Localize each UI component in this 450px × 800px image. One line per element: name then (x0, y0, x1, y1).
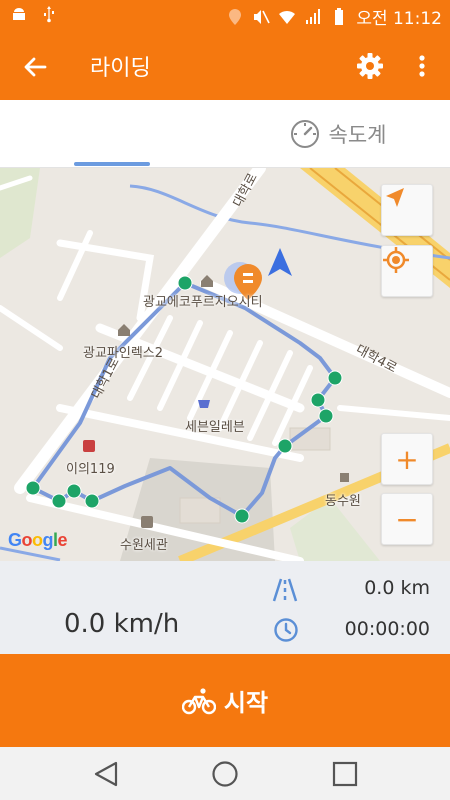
fire-station-poi-icon (83, 440, 95, 452)
map-label-poi: 광교파인렉스2 (83, 346, 164, 361)
navigation-arrow-icon (386, 188, 404, 207)
speedometer-icon (290, 120, 319, 148)
map-view[interactable]: 광교에코푸르지오시티 광교파인렉스2 세븐일레븐 이의119 동수원 수원세관 … (0, 168, 450, 561)
app-bar: 라이딩 (0, 32, 450, 100)
waypoint-marker (234, 508, 250, 524)
elapsed-time-value: 00:00:00 (344, 618, 430, 640)
waypoint-marker (177, 275, 193, 291)
waypoint-marker (66, 483, 82, 499)
zoom-in-button[interactable]: + (381, 433, 433, 485)
status-bar: 오전 11:12 (0, 0, 450, 32)
map-label-poi: 수원세관 (120, 538, 168, 553)
ride-stats-panel: 0.0 km/h 0.0 km 00:00:00 (0, 561, 450, 654)
clock-icon (274, 618, 298, 642)
map-label-poi: 동수원 (325, 494, 361, 509)
recents-square-icon[interactable] (331, 760, 359, 788)
usb-icon (44, 6, 54, 23)
map-label-poi: 이의119 (66, 462, 115, 477)
road-distance-icon (272, 578, 298, 602)
page-title: 라이딩 (90, 56, 151, 81)
back-arrow-icon[interactable] (18, 50, 52, 84)
home-poi-icon (118, 324, 130, 336)
distance-value: 0.0 km (364, 577, 430, 599)
tab-speedometer[interactable]: 속도계 (225, 100, 450, 168)
waypoint-marker (277, 438, 293, 454)
system-nav-bar (0, 747, 450, 800)
mute-icon (254, 9, 271, 24)
location-icon (229, 8, 242, 25)
map-label-poi: 광교에코푸르지오시티 (143, 295, 263, 310)
navigate-button[interactable] (381, 184, 433, 236)
my-location-button[interactable] (381, 245, 433, 297)
my-location-icon (383, 247, 409, 273)
bicycle-icon (181, 687, 216, 714)
tab-speedometer-label: 속도계 (328, 123, 387, 147)
waypoint-marker (25, 480, 41, 496)
google-logo: Google (8, 530, 68, 550)
waypoint-marker (327, 370, 343, 386)
speed-value: 0.0 km/h (64, 609, 180, 639)
waypoint-marker (51, 493, 67, 509)
signal-icon (306, 8, 321, 24)
waypoint-marker (318, 408, 334, 424)
battery-icon (335, 7, 344, 25)
home-circle-icon[interactable] (211, 760, 239, 788)
shop-poi-icon (198, 400, 210, 408)
building-poi-icon (141, 516, 153, 528)
tab-bar: 지도 속도계 (0, 100, 450, 661)
waypoint-marker (310, 392, 326, 408)
station-poi-icon (340, 473, 349, 482)
start-button[interactable]: 시작 (0, 654, 450, 747)
zoom-out-button[interactable]: − (381, 493, 433, 545)
gear-icon[interactable] (354, 50, 386, 82)
back-triangle-icon[interactable] (92, 760, 120, 788)
tab-indicator (74, 162, 150, 166)
status-time: 오전 11:12 (356, 9, 442, 29)
user-heading-icon (268, 248, 292, 276)
home-poi-icon (201, 275, 213, 287)
start-button-label: 시작 (223, 689, 269, 717)
waypoint-marker (84, 493, 100, 509)
android-icon (13, 8, 25, 20)
map-label-poi: 세븐일레븐 (185, 420, 245, 435)
wifi-icon (279, 10, 296, 24)
more-vert-icon[interactable] (410, 50, 434, 82)
